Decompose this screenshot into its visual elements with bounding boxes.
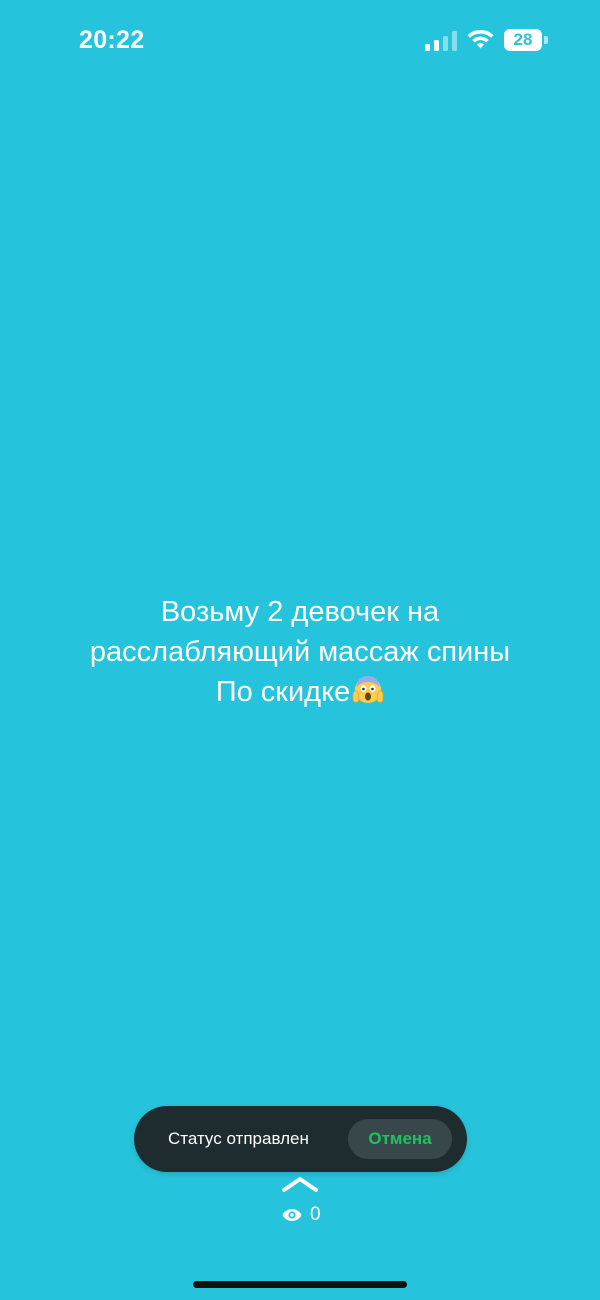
eye-icon [282, 1209, 302, 1221]
home-indicator [193, 1281, 407, 1288]
chevron-up-icon[interactable] [281, 1174, 319, 1194]
face-screaming-in-fear-emoji [352, 676, 384, 703]
wifi-icon [467, 30, 494, 49]
battery-icon: 28 [504, 29, 548, 51]
battery-cap [544, 36, 548, 44]
battery-level: 28 [504, 29, 542, 51]
views-count: 0 [310, 1204, 321, 1225]
status-text-line-1: Возьму 2 девочек на [160, 596, 440, 628]
status-text-line-2: расслабляющий массаж спины [89, 636, 511, 668]
toast-message: Статус отправлен [168, 1129, 309, 1148]
clock: 20:22 [79, 26, 145, 54]
undo-button[interactable]: Отмена [348, 1119, 452, 1159]
status-bar: 20:22 28 [0, 0, 600, 80]
status-sent-toast: Статус отправлен Отмена [134, 1106, 467, 1172]
status-text: Возьму 2 девочек на расслабляющий массаж… [0, 592, 600, 712]
signal-icon [425, 31, 457, 51]
status-text-line-3: По скидке [0, 672, 600, 712]
status-text-line-3-label: По скидке [215, 676, 351, 708]
